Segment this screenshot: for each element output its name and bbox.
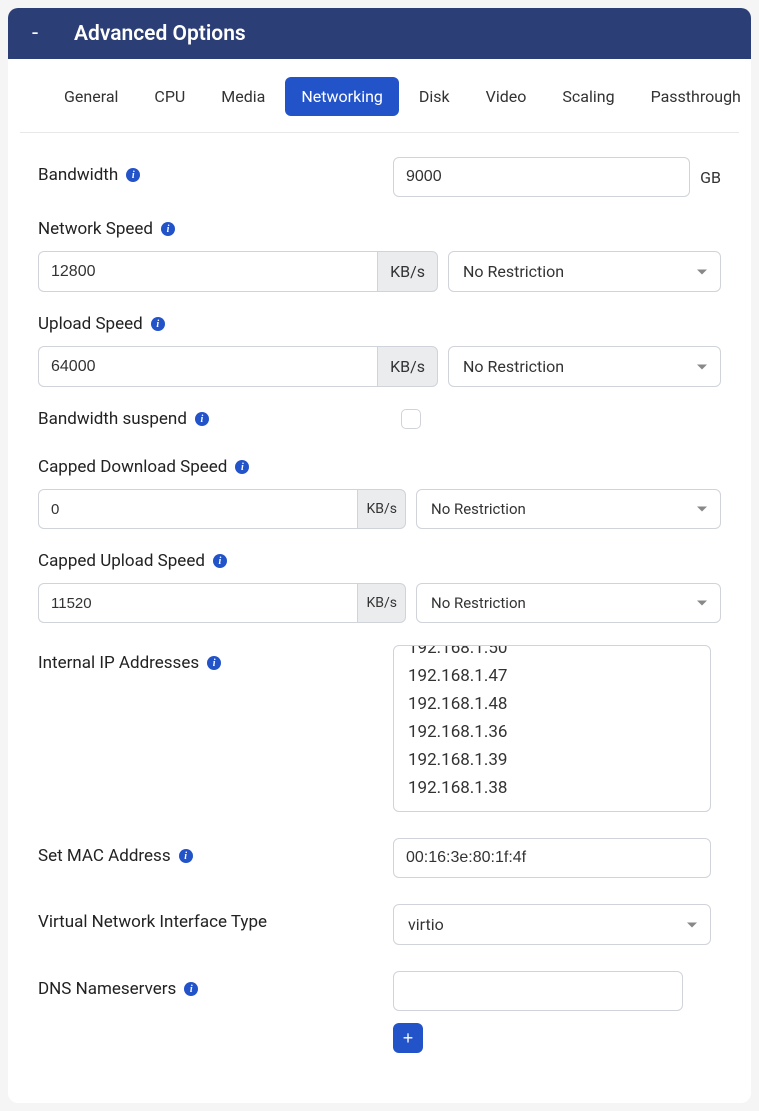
bandwidth-unit: GB [690,168,721,187]
ip-item[interactable]: 192.168.1.38 [394,774,710,802]
tab-networking[interactable]: Networking [285,77,399,116]
ip-item[interactable]: 192.168.1.48 [394,690,710,718]
tab-video[interactable]: Video [470,77,543,116]
capped-download-field: Capped Download Speed i KB/s No Restrict… [38,457,721,529]
vnic-select[interactable]: virtio [393,904,711,945]
network-speed-input[interactable] [38,251,377,292]
upload-speed-unit: KB/s [377,346,438,387]
bandwidth-suspend-label: Bandwidth suspend [38,409,187,429]
bandwidth-input[interactable] [393,157,690,197]
tab-media[interactable]: Media [205,77,281,116]
tab-general[interactable]: General [48,77,134,116]
vnic-field: Virtual Network Interface Type virtio [38,904,721,945]
ip-item[interactable]: 192.168.1.36 [394,718,710,746]
bandwidth-field: Bandwidth i GB [38,157,721,197]
capped-upload-restriction-select[interactable]: No Restriction [416,583,721,623]
capped-upload-label: Capped Upload Speed [38,551,205,571]
networking-content: Bandwidth i GB Network Speed i KB/s [8,133,751,1103]
internal-ip-label: Internal IP Addresses [38,653,199,673]
tab-passthrough[interactable]: Passthrough [635,77,751,116]
panel-title: Advanced Options [74,22,246,46]
upload-speed-restriction-select[interactable]: No Restriction [448,346,721,387]
panel-header[interactable]: - Advanced Options [8,8,751,59]
dns-label: DNS Nameservers [38,979,176,999]
mac-input[interactable] [393,838,711,878]
info-icon[interactable]: i [179,849,193,863]
internal-ip-list[interactable]: 192.168.1.50 192.168.1.47 192.168.1.48 1… [393,645,711,812]
info-icon[interactable]: i [184,982,198,996]
internal-ip-field: Internal IP Addresses i 192.168.1.50 192… [38,645,721,812]
vnic-label: Virtual Network Interface Type [38,912,267,932]
bandwidth-suspend-field: Bandwidth suspend i [38,409,721,429]
upload-speed-input[interactable] [38,346,377,387]
tab-cpu[interactable]: CPU [138,77,201,116]
capped-upload-unit: KB/s [357,583,406,623]
mac-label: Set MAC Address [38,846,171,866]
advanced-options-panel: - Advanced Options General CPU Media Net… [8,8,751,1103]
capped-upload-input[interactable] [38,583,357,623]
dns-input[interactable] [393,971,683,1011]
info-icon[interactable]: i [161,222,175,236]
info-icon[interactable]: i [207,656,221,670]
ip-item[interactable]: 192.168.1.47 [394,662,710,690]
ip-item[interactable]: 192.168.1.39 [394,746,710,774]
upload-speed-label: Upload Speed [38,314,143,334]
info-icon[interactable]: i [213,554,227,568]
ip-item[interactable]: 192.168.1.50 [394,645,710,662]
info-icon[interactable]: i [195,412,209,426]
tab-disk[interactable]: Disk [403,77,466,116]
collapse-icon: - [32,21,44,46]
info-icon[interactable]: i [151,317,165,331]
upload-speed-field: Upload Speed i KB/s No Restriction [38,314,721,387]
add-dns-button[interactable]: + [393,1023,423,1053]
info-icon[interactable]: i [235,460,249,474]
capped-download-input[interactable] [38,489,357,529]
tab-scaling[interactable]: Scaling [546,77,630,116]
mac-field: Set MAC Address i [38,838,721,878]
dns-field: DNS Nameservers i + [38,971,721,1053]
network-speed-unit: KB/s [377,251,438,292]
capped-download-unit: KB/s [357,489,406,529]
capped-download-restriction-select[interactable]: No Restriction [416,489,721,529]
network-speed-label: Network Speed [38,219,153,239]
bandwidth-suspend-checkbox[interactable] [401,409,421,429]
network-speed-restriction-select[interactable]: No Restriction [448,251,721,292]
capped-download-label: Capped Download Speed [38,457,227,477]
network-speed-field: Network Speed i KB/s No Restriction [38,219,721,292]
capped-upload-field: Capped Upload Speed i KB/s No Restrictio… [38,551,721,623]
bandwidth-label: Bandwidth [38,165,118,185]
tab-bar: General CPU Media Networking Disk Video … [20,59,739,133]
info-icon[interactable]: i [126,168,140,182]
